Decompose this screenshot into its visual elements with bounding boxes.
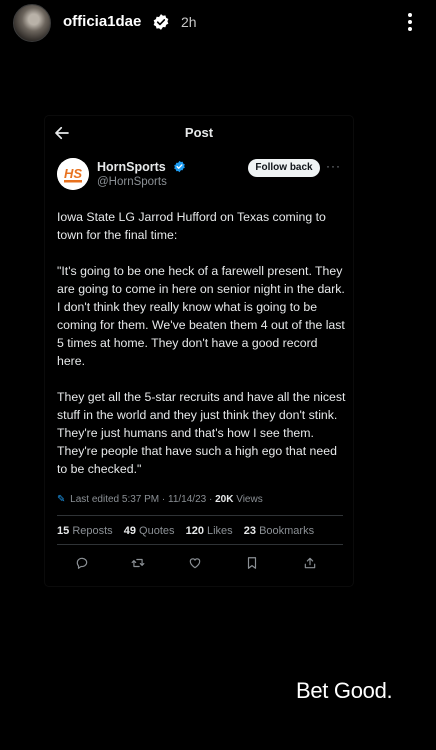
like-icon[interactable] (188, 556, 202, 570)
views-count: 20K (215, 494, 234, 505)
engagement-stats: 15 Reposts 49 Quotes 120 Likes 23 Bookma… (57, 525, 322, 537)
story-caption: Bet Good. (296, 678, 393, 703)
quotes-stat[interactable]: 49 Quotes (124, 525, 175, 537)
edited-label: Last edited 5:37 PM · 11/14/23 · (70, 494, 213, 505)
hornsports-logo: HS (57, 158, 89, 190)
reposts-stat[interactable]: 15 Reposts (57, 525, 113, 537)
post-nav-bar: Post (45, 116, 353, 150)
post-more-icon[interactable]: ··· (326, 159, 341, 173)
post-paragraph: "It's going to be one heck of a farewell… (57, 264, 345, 368)
author-avatar[interactable]: HS (57, 158, 89, 190)
post-text: Iowa State LG Jarrod Hufford on Texas co… (57, 208, 347, 496)
follow-back-button[interactable]: Follow back (248, 159, 320, 177)
story-header: officia1dae 2h (0, 0, 436, 48)
verified-icon (153, 14, 169, 30)
divider (57, 515, 343, 516)
repost-icon[interactable] (131, 556, 145, 570)
post-nav-title: Post (184, 125, 214, 140)
svg-text:HS: HS (64, 166, 82, 181)
story-time: 2h (181, 14, 197, 30)
divider (57, 544, 343, 545)
post-paragraph: Iowa State LG Jarrod Hufford on Texas co… (57, 210, 326, 242)
more-options-icon[interactable] (406, 13, 414, 35)
views-label: Views (236, 494, 263, 505)
author-handle[interactable]: @HornSports (97, 176, 167, 188)
share-icon[interactable] (303, 556, 317, 570)
bookmark-icon[interactable] (245, 556, 259, 570)
verified-icon (174, 160, 185, 173)
action-bar (75, 556, 325, 572)
reply-icon[interactable] (75, 556, 89, 570)
post-paragraph: They get all the 5-star recruits and hav… (57, 390, 346, 476)
edit-info[interactable]: ✎ Last edited 5:37 PM · 11/14/23 · 20K V… (57, 494, 347, 505)
likes-stat[interactable]: 120 Likes (186, 525, 233, 537)
post-screenshot-card: Post HS HornSports @HornSports Follow ba… (45, 116, 353, 586)
avatar[interactable] (13, 4, 51, 42)
author-name[interactable]: HornSports (97, 160, 166, 174)
pencil-icon: ✎ (57, 494, 66, 505)
bookmarks-stat[interactable]: 23 Bookmarks (244, 525, 314, 537)
story-username[interactable]: officia1dae (63, 13, 141, 30)
